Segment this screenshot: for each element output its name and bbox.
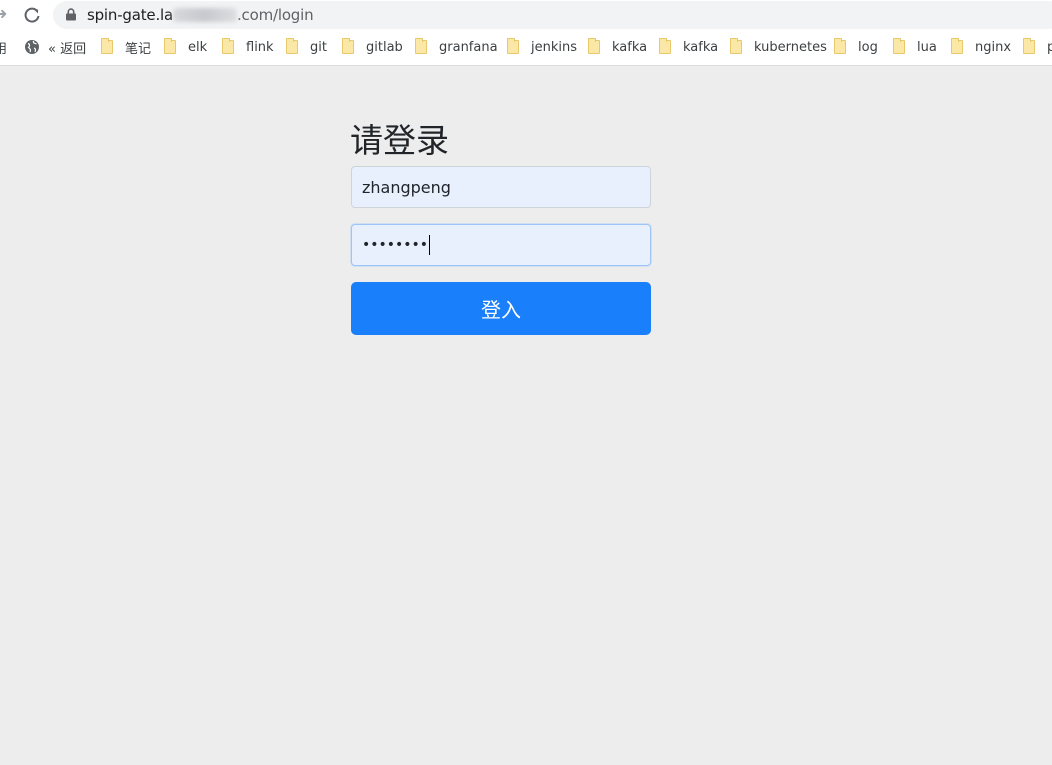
bookmark-folder[interactable]: nginx: [951, 32, 1011, 62]
bookmark-folder-label: kubernetes: [754, 39, 827, 55]
bookmark-folder[interactable]: 笔记: [101, 32, 151, 62]
folder-icon: [893, 38, 905, 54]
bookmark-back[interactable]: « 返回: [24, 32, 86, 62]
folder-icon: [222, 38, 234, 54]
bookmark-folder-label: granfana: [439, 39, 498, 55]
bookmark-folder[interactable]: lua: [893, 32, 937, 62]
username-input[interactable]: zhangpeng: [351, 166, 651, 208]
browser-chrome: ➜ spin-gate.la .com/login 用 « 返回 笔记 elk …: [0, 0, 1052, 66]
folder-icon: [834, 38, 846, 54]
bookmark-folder-label: git: [310, 39, 327, 55]
bookmark-folder[interactable]: elk: [164, 32, 207, 62]
lock-icon: [65, 8, 77, 21]
folder-icon: [507, 38, 519, 54]
address-bar[interactable]: spin-gate.la .com/login: [53, 1, 1052, 29]
url-redacted: [172, 8, 237, 22]
url-text: spin-gate.la .com/login: [87, 6, 314, 24]
bookmark-folder-label: kafka: [612, 39, 648, 55]
bookmark-folder[interactable]: kafka: [588, 32, 647, 62]
folder-icon: [659, 38, 671, 54]
bookmarks-bar: 用 « 返回 笔记 elk flink git gitlab granfana …: [0, 32, 1052, 64]
bookmark-folder-label: log: [858, 39, 878, 55]
bookmark-folder-label: 笔记: [125, 41, 152, 57]
bookmark-apps[interactable]: 用: [0, 32, 7, 62]
text-caret: [429, 235, 431, 255]
bookmark-back-label: « 返回: [48, 41, 87, 57]
bookmark-folder[interactable]: gitlab: [342, 32, 403, 62]
bookmark-folder-label: gitlab: [366, 39, 403, 55]
bookmark-folder-label: lua: [917, 39, 937, 55]
browser-toolbar: ➜ spin-gate.la .com/login: [0, 0, 1052, 31]
globe-icon: [24, 39, 40, 55]
folder-icon: [588, 38, 600, 54]
password-input[interactable]: ••••••••: [351, 224, 651, 266]
bookmark-folder[interactable]: flink: [222, 32, 274, 62]
bookmark-folder[interactable]: jenkins: [507, 32, 577, 62]
folder-icon: [730, 38, 742, 54]
folder-icon: [164, 38, 176, 54]
bookmark-folder-label: kafka: [683, 39, 719, 55]
bookmark-folder-label: p: [1047, 39, 1052, 55]
bookmark-folder[interactable]: kubernetes: [730, 32, 827, 62]
bookmark-folder[interactable]: p: [1023, 32, 1052, 62]
url-host-prefix: spin-gate.la: [87, 6, 173, 24]
folder-icon: [1023, 38, 1035, 54]
folder-icon: [951, 38, 963, 54]
bookmark-folder[interactable]: log: [834, 32, 878, 62]
folder-icon: [101, 38, 113, 54]
username-value: zhangpeng: [362, 177, 451, 197]
reload-icon[interactable]: [22, 5, 42, 25]
login-title: 请登录: [350, 121, 449, 160]
bookmark-folder[interactable]: git: [286, 32, 327, 62]
bookmark-apps-label: 用: [0, 41, 8, 57]
bookmark-folder-label: flink: [246, 39, 274, 55]
bookmark-folder-label: elk: [188, 39, 208, 55]
url-path: /login: [273, 6, 314, 24]
folder-icon: [342, 38, 354, 54]
login-button[interactable]: 登入: [351, 282, 651, 335]
bookmark-folder[interactable]: kafka: [659, 32, 718, 62]
forward-icon[interactable]: ➜: [0, 6, 8, 24]
bookmark-folder-label: jenkins: [531, 39, 578, 55]
password-value: ••••••••: [362, 237, 429, 253]
url-host-suffix: .com: [236, 6, 273, 24]
bookmark-folder[interactable]: granfana: [415, 32, 498, 62]
bookmark-folder-label: nginx: [975, 39, 1012, 55]
folder-icon: [415, 38, 427, 54]
folder-icon: [286, 38, 298, 54]
